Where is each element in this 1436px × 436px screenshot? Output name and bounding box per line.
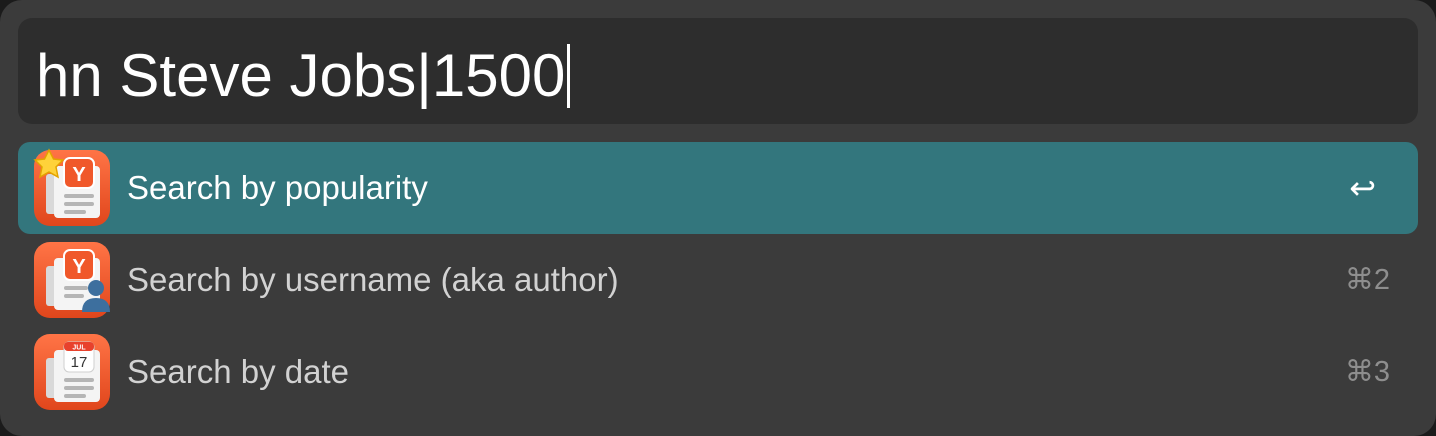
launcher-window: hn Steve Jobs|1500 Y Search by popularit… xyxy=(0,0,1436,436)
result-row-date[interactable]: JUL 17 Search by date ⌘3 xyxy=(18,326,1418,418)
hackernews-author-icon: Y xyxy=(34,242,110,318)
shortcut-hint: ⌘3 xyxy=(1344,356,1390,388)
search-query-text: hn Steve Jobs|1500 xyxy=(36,42,566,109)
search-input[interactable]: hn Steve Jobs|1500 xyxy=(36,40,571,112)
result-row-popularity[interactable]: Y Search by popularity ↩ xyxy=(18,142,1418,234)
shortcut-hint: ⌘2 xyxy=(1344,264,1390,296)
hackernews-date-icon: JUL 17 xyxy=(34,334,110,410)
return-key-hint: ↩ xyxy=(1349,170,1376,206)
text-caret xyxy=(567,44,571,108)
svg-text:Y: Y xyxy=(72,256,86,278)
svg-text:Y: Y xyxy=(72,164,86,186)
svg-text:JUL: JUL xyxy=(72,345,86,352)
result-title: Search by popularity xyxy=(127,169,428,206)
result-row-username[interactable]: Y Search by username (aka author) ⌘2 xyxy=(18,234,1418,326)
results-list: Y Search by popularity ↩ Y Search by use… xyxy=(18,142,1418,418)
hackernews-popularity-icon: Y xyxy=(33,148,110,226)
svg-text:17: 17 xyxy=(71,354,88,371)
result-title: Search by username (aka author) xyxy=(127,261,619,298)
search-box[interactable]: hn Steve Jobs|1500 xyxy=(18,18,1418,124)
result-title: Search by date xyxy=(127,353,349,390)
